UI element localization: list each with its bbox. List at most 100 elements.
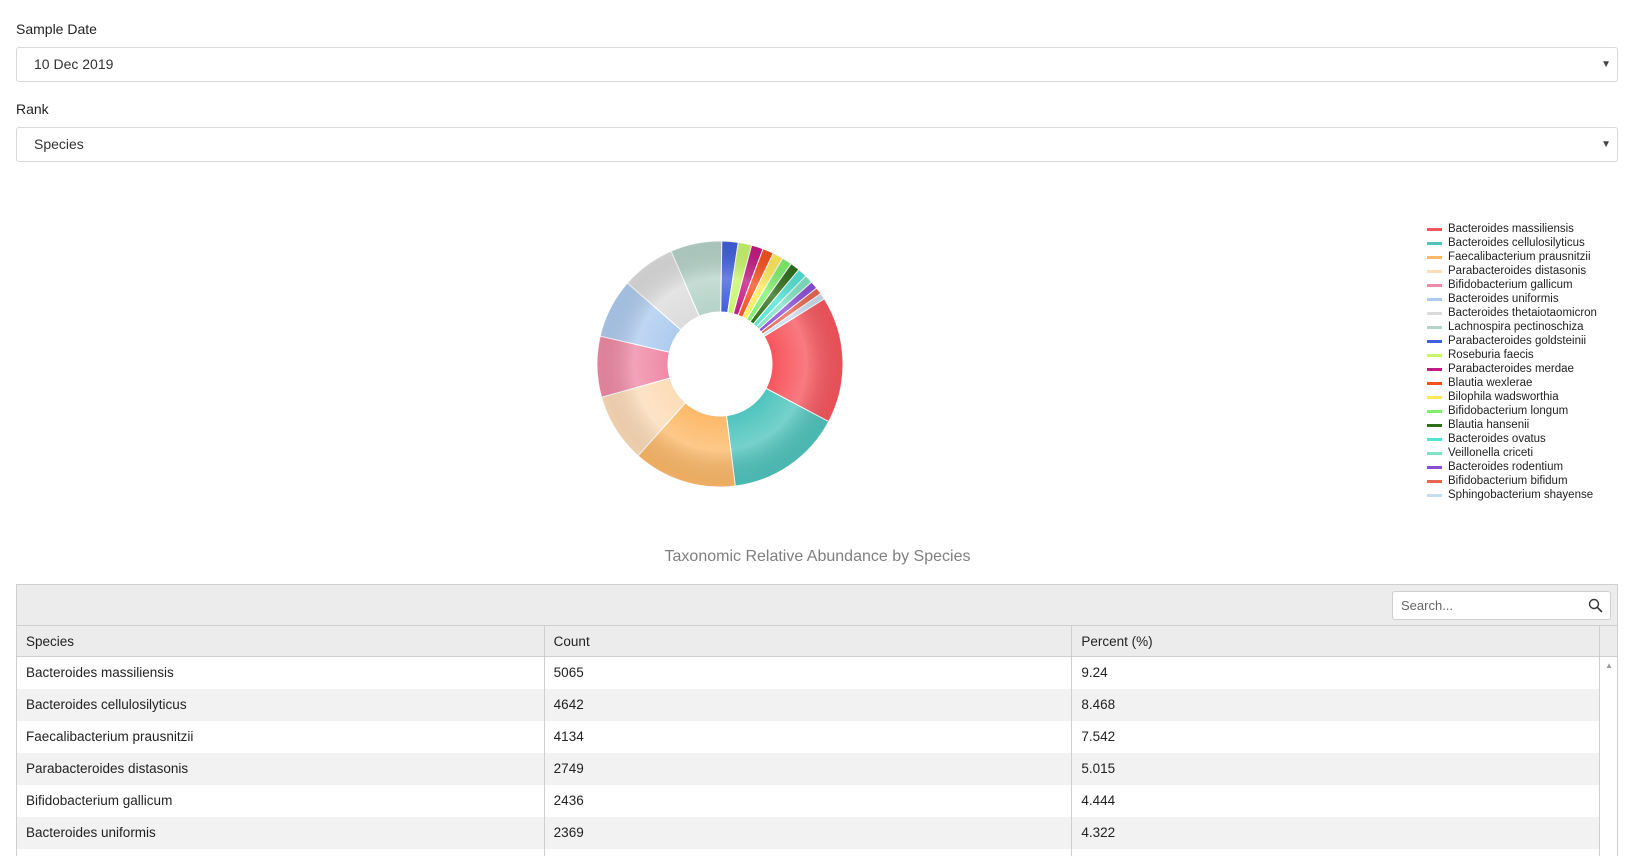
legend-label: Bacteroides cellulosilyticus xyxy=(1448,237,1585,249)
legend-label: Blautia wexlerae xyxy=(1448,377,1533,389)
legend-label: Bifidobacterium bifidum xyxy=(1448,475,1568,487)
cell-count xyxy=(545,849,1073,856)
legend-item[interactable]: Sphingobacterium shayense xyxy=(1427,488,1597,502)
legend-label: Faecalibacterium prausnitzii xyxy=(1448,251,1591,263)
legend-swatch xyxy=(1427,227,1442,231)
legend-label: Bifidobacterium longum xyxy=(1448,405,1569,417)
cell-percent: 5.015 xyxy=(1072,753,1601,785)
cell-count: 4134 xyxy=(545,721,1073,753)
rank-label: Rank xyxy=(16,101,49,117)
legend-item[interactable]: Bacteroides thetaiotaomicron xyxy=(1427,306,1597,320)
legend-label: Bacteroides thetaiotaomicron xyxy=(1448,307,1597,319)
legend-swatch xyxy=(1427,381,1442,385)
legend-swatch xyxy=(1427,311,1442,315)
legend-item[interactable]: Bifidobacterium longum xyxy=(1427,404,1597,418)
legend-item[interactable]: Bacteroides uniformis xyxy=(1427,292,1597,306)
cell-species: Bacteroides cellulosilyticus xyxy=(17,689,545,721)
legend-label: Bacteroides massiliensis xyxy=(1448,223,1574,235)
cell-species: Bacteroides massiliensis xyxy=(17,657,545,689)
legend-swatch xyxy=(1427,493,1442,497)
table-row[interactable]: Parabacteroides distasonis 2749 5.015 xyxy=(17,753,1601,785)
column-header-species[interactable]: Species xyxy=(17,626,545,656)
legend-item[interactable]: Faecalibacterium prausnitzii xyxy=(1427,250,1597,264)
legend-label: Bacteroides uniformis xyxy=(1448,293,1559,305)
legend-label: Bilophila wadsworthia xyxy=(1448,391,1559,403)
legend-swatch xyxy=(1427,255,1442,259)
legend-label: Bifidobacterium gallicum xyxy=(1448,279,1573,291)
legend-swatch xyxy=(1427,479,1442,483)
scroll-up-icon[interactable]: ▲ xyxy=(1605,661,1613,670)
donut-hole xyxy=(668,312,772,416)
legend-swatch xyxy=(1427,451,1442,455)
cell-percent: 7.542 xyxy=(1072,721,1601,753)
legend-label: Bacteroides ovatus xyxy=(1448,433,1546,445)
cell-species: Bacteroides uniformis xyxy=(17,817,545,849)
search-box[interactable] xyxy=(1392,591,1611,620)
vertical-scrollbar[interactable]: ▲ xyxy=(1600,657,1617,856)
legend-swatch xyxy=(1427,283,1442,287)
cell-percent: 9.24 xyxy=(1072,657,1601,689)
legend-label: Roseburia faecis xyxy=(1448,349,1534,361)
table-row[interactable]: Bifidobacterium gallicum 2436 4.444 xyxy=(17,785,1601,817)
table-row[interactable] xyxy=(17,849,1601,856)
legend-item[interactable]: Lachnospira pectinoschiza xyxy=(1427,320,1597,334)
table-row[interactable]: Faecalibacterium prausnitzii 4134 7.542 xyxy=(17,721,1601,753)
table-row[interactable]: Bacteroides cellulosilyticus 4642 8.468 xyxy=(17,689,1601,721)
legend-item[interactable]: Bacteroides cellulosilyticus xyxy=(1427,236,1597,250)
legend-item[interactable]: Bifidobacterium gallicum xyxy=(1427,278,1597,292)
legend-item[interactable]: Roseburia faecis xyxy=(1427,348,1597,362)
legend-swatch xyxy=(1427,409,1442,413)
legend-item[interactable]: Bacteroides massiliensis xyxy=(1427,222,1597,236)
table-body: Bacteroides massiliensis 5065 9.24 Bacteroi… xyxy=(17,657,1617,856)
legend-item[interactable]: Veillonella criceti xyxy=(1427,446,1597,460)
cell-species: Bifidobacterium gallicum xyxy=(17,785,545,817)
legend-swatch xyxy=(1427,465,1442,469)
column-header-percent[interactable]: Percent (%) xyxy=(1072,626,1601,656)
rank-select[interactable]: Species ▼ xyxy=(16,127,1618,162)
legend-label: Parabacteroides goldsteinii xyxy=(1448,335,1587,347)
cell-percent xyxy=(1072,849,1601,856)
legend-swatch xyxy=(1427,367,1442,371)
sample-date-value: 10 Dec 2019 xyxy=(34,56,114,72)
cell-count: 2436 xyxy=(545,785,1073,817)
legend-label: Parabacteroides distasonis xyxy=(1448,265,1587,277)
legend-swatch xyxy=(1427,395,1442,399)
legend-item[interactable]: Bilophila wadsworthia xyxy=(1427,390,1597,404)
legend-swatch xyxy=(1427,241,1442,245)
legend-item[interactable]: Blautia wexlerae xyxy=(1427,376,1597,390)
table-row[interactable]: Bacteroides uniformis 2369 4.322 xyxy=(17,817,1601,849)
column-header-count[interactable]: Count xyxy=(545,626,1073,656)
legend-swatch xyxy=(1427,269,1442,273)
chart-title: Taxonomic Relative Abundance by Species xyxy=(664,548,971,565)
rank-value: Species xyxy=(34,136,84,152)
chart-legend: Bacteroides massiliensis Bacteroides cell… xyxy=(1427,222,1597,502)
chevron-down-icon: ▼ xyxy=(1601,59,1611,70)
cell-percent: 8.468 xyxy=(1072,689,1601,721)
legend-item[interactable]: Parabacteroides merdae xyxy=(1427,362,1597,376)
cell-species xyxy=(17,849,545,856)
legend-label: Veillonella criceti xyxy=(1448,447,1534,459)
search-input[interactable] xyxy=(1393,592,1573,619)
legend-item[interactable]: Bacteroides ovatus xyxy=(1427,432,1597,446)
cell-count: 5065 xyxy=(545,657,1073,689)
legend-item[interactable]: Bacteroides rodentium xyxy=(1427,460,1597,474)
donut-chart xyxy=(596,240,844,488)
cell-count: 4642 xyxy=(545,689,1073,721)
legend-label: Parabacteroides merdae xyxy=(1448,363,1574,375)
sample-date-select[interactable]: 10 Dec 2019 ▼ xyxy=(16,47,1618,82)
cell-percent: 4.322 xyxy=(1072,817,1601,849)
legend-swatch xyxy=(1427,297,1442,301)
legend-swatch xyxy=(1427,437,1442,441)
search-icon[interactable] xyxy=(1588,598,1603,613)
legend-label: Bacteroides rodentium xyxy=(1448,461,1564,473)
legend-label: Sphingobacterium shayense xyxy=(1448,489,1594,501)
cell-count: 2369 xyxy=(545,817,1073,849)
legend-label: Lachnospira pectinoschiza xyxy=(1448,321,1584,333)
legend-item[interactable]: Parabacteroides distasonis xyxy=(1427,264,1597,278)
legend-item[interactable]: Bifidobacterium bifidum xyxy=(1427,474,1597,488)
legend-item[interactable]: Parabacteroides goldsteinii xyxy=(1427,334,1597,348)
cell-species: Faecalibacterium prausnitzii xyxy=(17,721,545,753)
legend-item[interactable]: Blautia hansenii xyxy=(1427,418,1597,432)
table-row[interactable]: Bacteroides massiliensis 5065 9.24 xyxy=(17,657,1601,689)
legend-swatch xyxy=(1427,423,1442,427)
